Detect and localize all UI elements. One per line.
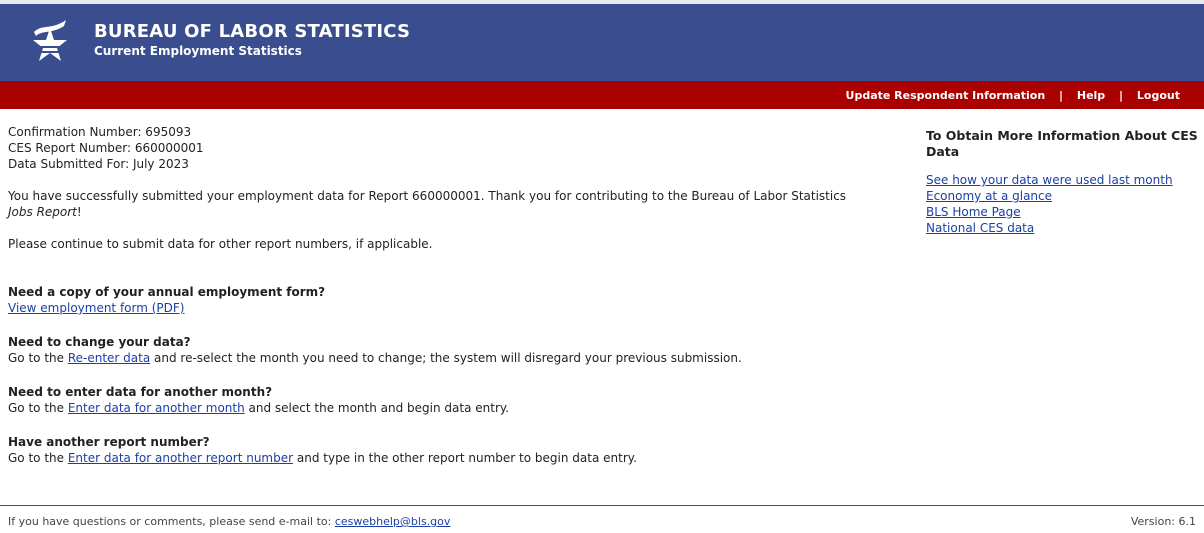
footer-message: If you have questions or comments, pleas… <box>8 515 335 528</box>
data-submitted: Data Submitted For: July 2023 <box>8 157 189 171</box>
success-text: You have successfully submitted your emp… <box>8 189 847 203</box>
help-email-link[interactable]: ceswebhelp@bls.gov <box>335 515 451 528</box>
change-instructions: Go to the Re-enter data and re-select th… <box>8 350 888 366</box>
bls-star-logo-icon <box>33 20 67 61</box>
site-header: BUREAU OF LABOR STATISTICS Current Emplo… <box>0 0 1204 81</box>
copy-question: Need a copy of your annual employment fo… <box>8 285 326 299</box>
enter-another-report-link[interactable]: Enter data for another report number <box>68 451 293 465</box>
help-link[interactable]: Help <box>1077 89 1105 102</box>
update-respondent-link[interactable]: Update Respondent Information <box>846 89 1046 102</box>
confirmation-number: Confirmation Number: 695093 <box>8 125 192 139</box>
report-instructions: Go to the Enter data for another report … <box>8 450 888 466</box>
month-post: and select the month and begin data entr… <box>244 401 510 415</box>
info-sidebar: To Obtain More Information About CES Dat… <box>926 128 1198 236</box>
view-employment-form-link[interactable]: View employment form (PDF) <box>8 301 185 315</box>
report-question: Have another report number? <box>8 435 210 449</box>
change-post: and re-select the month you need to chan… <box>150 351 742 365</box>
success-end: ! <box>76 205 82 219</box>
top-nav: Update Respondent Information | Help | L… <box>846 89 1180 102</box>
footer-text: If you have questions or comments, pleas… <box>8 515 450 528</box>
economy-at-a-glance-link[interactable]: Economy at a glance <box>926 188 1198 204</box>
report-pre: Go to the <box>8 451 68 465</box>
main-content: Confirmation Number: 695093 CES Report N… <box>8 124 888 466</box>
data-usage-link[interactable]: See how your data were used last month <box>926 172 1198 188</box>
nav-separator: | <box>1059 89 1064 102</box>
month-pre: Go to the <box>8 401 68 415</box>
continue-message: Please continue to submit data for other… <box>8 237 433 251</box>
agency-title: BUREAU OF LABOR STATISTICS <box>94 21 411 42</box>
version-label: Version: 6.1 <box>1130 515 1196 528</box>
sidebar-title: To Obtain More Information About CES Dat… <box>926 128 1198 159</box>
bls-home-page-link[interactable]: BLS Home Page <box>926 204 1198 220</box>
national-ces-data-link[interactable]: National CES data <box>926 220 1198 236</box>
month-instructions: Go to the Enter data for another month a… <box>8 400 888 416</box>
program-subtitle: Current Employment Statistics <box>94 44 302 58</box>
month-question: Need to enter data for another month? <box>8 385 273 399</box>
logout-link[interactable]: Logout <box>1137 89 1180 102</box>
success-message: You have successfully submitted your emp… <box>8 188 888 220</box>
change-question: Need to change your data? <box>8 335 191 349</box>
jobs-report-text: Jobs Report <box>8 205 77 219</box>
footer-divider <box>0 505 1204 506</box>
re-enter-data-link[interactable]: Re-enter data <box>68 351 150 365</box>
report-post: and type in the other report number to b… <box>293 451 637 465</box>
enter-another-month-link[interactable]: Enter data for another month <box>68 401 245 415</box>
nav-separator: | <box>1119 89 1124 102</box>
change-pre: Go to the <box>8 351 68 365</box>
report-number: CES Report Number: 660000001 <box>8 141 204 155</box>
